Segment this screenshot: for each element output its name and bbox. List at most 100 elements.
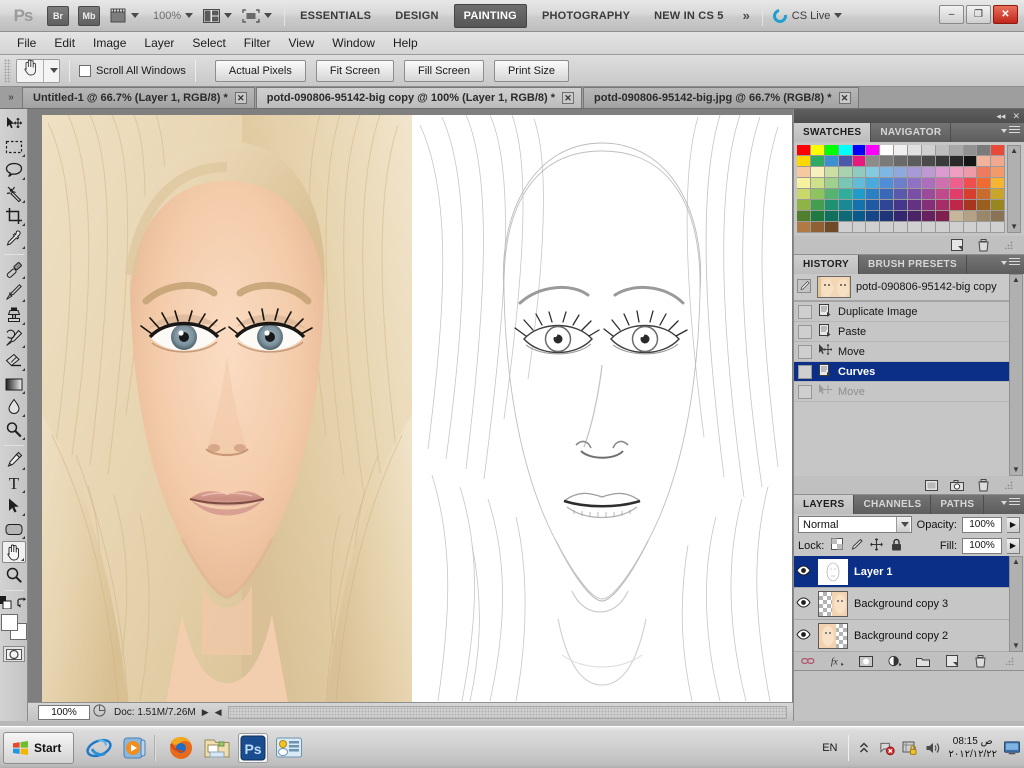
- status-scroll-left-icon[interactable]: ◀: [215, 707, 222, 718]
- color-swatch[interactable]: [811, 211, 825, 222]
- default-colors-icon[interactable]: [0, 596, 12, 609]
- color-swatch[interactable]: [839, 200, 853, 211]
- color-swatch[interactable]: [936, 211, 950, 222]
- color-swatch[interactable]: [853, 178, 867, 189]
- workspace-tab-photography[interactable]: PHOTOGRAPHY: [533, 5, 639, 27]
- horizontal-scrollbar[interactable]: [228, 706, 787, 719]
- history-scrollbar[interactable]: ▲ ▼: [1009, 274, 1023, 476]
- color-swatch[interactable]: [991, 156, 1005, 167]
- layer-row-layer-1[interactable]: Layer 1: [794, 556, 1009, 588]
- workspace-tab-essentials[interactable]: ESSENTIALS: [291, 5, 380, 27]
- color-swatch[interactable]: [853, 200, 867, 211]
- blur-tool[interactable]: [2, 396, 26, 418]
- color-swatch[interactable]: [991, 189, 1005, 200]
- color-swatch[interactable]: [880, 189, 894, 200]
- color-swatch[interactable]: [825, 200, 839, 211]
- security-icon[interactable]: [902, 740, 918, 756]
- type-tool[interactable]: T: [2, 472, 26, 494]
- gradient-tool[interactable]: [2, 373, 26, 395]
- color-swatch[interactable]: [866, 145, 880, 156]
- color-swatch[interactable]: [853, 222, 867, 233]
- eyedropper-tool[interactable]: [2, 228, 26, 250]
- color-swatch[interactable]: [825, 178, 839, 189]
- color-swatch[interactable]: [950, 178, 964, 189]
- color-swatch[interactable]: [797, 200, 811, 211]
- arrange-documents-button[interactable]: [203, 5, 232, 27]
- color-swatch[interactable]: [991, 145, 1005, 156]
- zoom-percentage-field[interactable]: 100%: [38, 705, 90, 720]
- color-swatch[interactable]: [839, 189, 853, 200]
- scroll-down-icon[interactable]: ▼: [1012, 641, 1020, 651]
- color-swatch[interactable]: [977, 222, 991, 233]
- color-swatch[interactable]: [964, 222, 978, 233]
- photoshop-icon[interactable]: Ps: [238, 733, 268, 763]
- hand-tool[interactable]: [2, 541, 26, 563]
- language-indicator[interactable]: EN: [822, 742, 837, 754]
- color-swatch[interactable]: [922, 189, 936, 200]
- color-swatch[interactable]: [908, 156, 922, 167]
- color-swatch[interactable]: [964, 145, 978, 156]
- color-swatch[interactable]: [839, 167, 853, 178]
- crop-tool[interactable]: [2, 205, 26, 227]
- scroll-down-icon[interactable]: ▼: [1010, 222, 1018, 232]
- color-swatch[interactable]: [894, 222, 908, 233]
- color-swatch[interactable]: [894, 156, 908, 167]
- color-swatch[interactable]: [894, 145, 908, 156]
- layers-panel-menu-button[interactable]: [1001, 498, 1020, 507]
- close-button[interactable]: ✕: [993, 5, 1018, 24]
- color-swatch[interactable]: [936, 200, 950, 211]
- color-swatch[interactable]: [950, 200, 964, 211]
- close-icon[interactable]: ✕: [562, 92, 574, 104]
- color-swatch[interactable]: [922, 178, 936, 189]
- color-swatch[interactable]: [922, 145, 936, 156]
- menu-file[interactable]: File: [8, 33, 45, 53]
- history-brush-tool[interactable]: [2, 327, 26, 349]
- workspace-tab-design[interactable]: DESIGN: [386, 5, 447, 27]
- layer-visibility-icon[interactable]: [794, 597, 812, 611]
- start-button[interactable]: Start: [3, 732, 74, 764]
- document-tab-potd-jpg[interactable]: potd-090806-95142-big.jpg @ 66.7% (RGB/8…: [583, 87, 859, 108]
- fit-screen-button[interactable]: Fit Screen: [316, 60, 394, 82]
- lasso-tool[interactable]: [2, 159, 26, 181]
- color-swatch[interactable]: [908, 145, 922, 156]
- color-swatch[interactable]: [853, 156, 867, 167]
- color-swatch[interactable]: [866, 178, 880, 189]
- tab-swatches[interactable]: SWATCHES: [794, 123, 871, 142]
- color-swatch[interactable]: [811, 200, 825, 211]
- network-icon[interactable]: [879, 740, 895, 756]
- color-swatch[interactable]: [866, 189, 880, 200]
- menu-layer[interactable]: Layer: [135, 33, 183, 53]
- zoom-tool[interactable]: [2, 564, 26, 586]
- image-window[interactable]: [42, 115, 792, 703]
- color-swatch[interactable]: [811, 222, 825, 233]
- history-state-duplicate-image[interactable]: Duplicate Image: [794, 302, 1009, 322]
- color-swatch[interactable]: [880, 178, 894, 189]
- color-swatch[interactable]: [866, 211, 880, 222]
- color-swatch[interactable]: [797, 156, 811, 167]
- eraser-tool[interactable]: [2, 350, 26, 372]
- color-swatch[interactable]: [839, 156, 853, 167]
- color-swatch[interactable]: [839, 222, 853, 233]
- menu-view[interactable]: View: [279, 33, 323, 53]
- color-swatch[interactable]: [853, 145, 867, 156]
- color-swatch[interactable]: [964, 189, 978, 200]
- history-snapshot-row[interactable]: potd-090806-95142-big copy: [794, 274, 1009, 302]
- lock-all-icon[interactable]: [889, 538, 904, 554]
- link-layers-icon[interactable]: [801, 654, 815, 668]
- color-swatch[interactable]: [977, 167, 991, 178]
- tab-paths[interactable]: PATHS: [931, 495, 984, 514]
- close-dock-icon[interactable]: ✕: [1012, 111, 1020, 122]
- color-swatch[interactable]: [908, 200, 922, 211]
- tab-channels[interactable]: CHANNELS: [854, 495, 931, 514]
- new-layer-icon[interactable]: [945, 654, 959, 668]
- color-swatch[interactable]: [894, 167, 908, 178]
- history-state-checkbox[interactable]: [798, 325, 812, 339]
- color-swatch[interactable]: [977, 200, 991, 211]
- history-brush-source-icon[interactable]: [796, 279, 812, 296]
- color-swatch[interactable]: [922, 222, 936, 233]
- mini-bridge-button[interactable]: Mb: [78, 6, 100, 26]
- history-state-move[interactable]: Move: [794, 342, 1009, 362]
- color-swatch[interactable]: [811, 156, 825, 167]
- new-snapshot-icon[interactable]: [950, 478, 964, 492]
- zoom-chevron-down-icon[interactable]: [185, 13, 193, 18]
